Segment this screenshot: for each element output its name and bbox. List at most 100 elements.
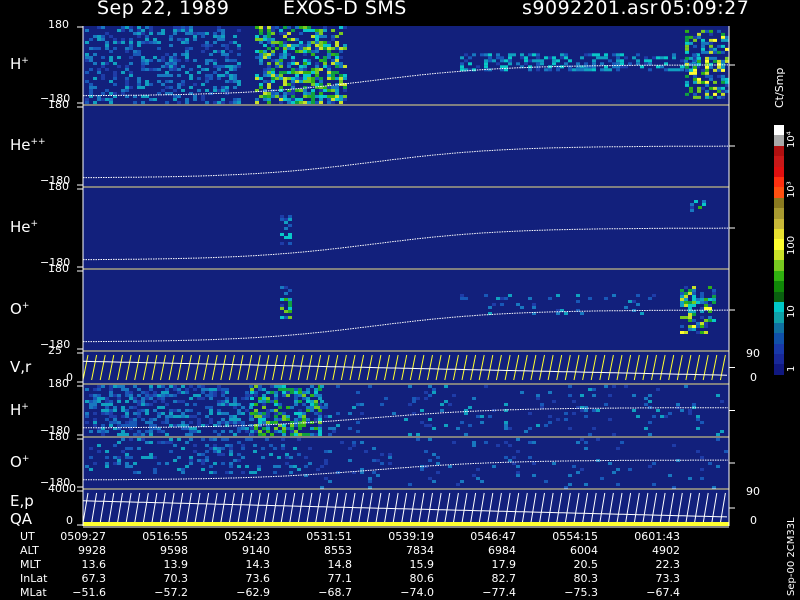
spectrogram-cell [303, 53, 307, 56]
spectrogram-cell [298, 388, 302, 391]
version-label: Sep-00 2CM33L [786, 517, 797, 596]
spectrogram-cell [536, 56, 540, 60]
spectrogram-cell [258, 388, 262, 391]
spectrogram-cell [323, 62, 327, 65]
spectrogram-cell [266, 409, 270, 412]
spectrogram-cell [512, 456, 516, 459]
spectrogram-cell [157, 385, 161, 388]
spectrogram-cell [713, 59, 717, 63]
spectrogram-cell [685, 56, 689, 60]
spectrogram-cell [274, 415, 278, 418]
spectrogram-cell [299, 101, 303, 104]
spectrogram-cell [145, 430, 149, 433]
spectrogram-cell [267, 83, 271, 86]
spectrogram-cell [717, 68, 721, 72]
spectrogram-cell [101, 433, 105, 436]
spectrogram-cell [133, 406, 137, 409]
spectrogram-cell [283, 98, 287, 101]
spectrogram-cell [343, 95, 347, 98]
spectrogram-cell [721, 92, 725, 96]
spectrogram-cell [339, 98, 343, 101]
spectrogram-cell [306, 433, 310, 436]
spectrogram-cell [157, 80, 161, 83]
spectrogram-cell [161, 441, 165, 444]
spectrogram-cell [225, 397, 229, 400]
spectrogram-cell [476, 468, 480, 471]
spectrogram-cell [283, 50, 287, 53]
spectrogram-cell [109, 409, 113, 412]
spectrogram-cell [117, 421, 121, 424]
spectrogram-cell [311, 71, 315, 74]
spectrogram-cell [632, 56, 636, 60]
spectrogram-cell [267, 38, 271, 41]
spectrogram-cell [97, 397, 101, 400]
spectrogram-cell [149, 421, 153, 424]
spectrogram-cell [281, 438, 285, 441]
spectrogram-cell [356, 403, 360, 406]
spectrogram-cell [335, 86, 339, 89]
spectrogram-cell [580, 312, 584, 315]
spectrogram-cell [253, 444, 257, 447]
spectrogram-cell [298, 427, 302, 430]
spectrogram-cell [189, 409, 193, 412]
spectrogram-cell [323, 35, 327, 38]
spectrogram-cell [113, 456, 117, 459]
spectrogram-cell [149, 441, 153, 444]
spectrogram-cell [689, 35, 693, 39]
spectrogram-cell [262, 427, 266, 430]
orbit-value: −67.4 [646, 586, 680, 599]
spectrogram-cell [157, 74, 161, 77]
spectrogram-cell [608, 68, 612, 72]
spectrogram-cell [288, 298, 292, 301]
spectrogram-cell [693, 74, 697, 78]
spectrogram-cell [552, 462, 556, 465]
spectrogram-cell [173, 415, 177, 418]
spectrogram-cell [289, 465, 293, 468]
spectrogram-cell [572, 412, 576, 415]
spectrogram-cell [237, 427, 241, 430]
spectrogram-cell [504, 297, 508, 300]
spectrogram-cell [193, 394, 197, 397]
spectrogram-cell [328, 415, 332, 418]
spectrogram-cell [259, 59, 263, 62]
spectrogram-cell [185, 98, 189, 101]
spectrogram-cell [263, 95, 267, 98]
spectrogram-cell [97, 98, 101, 101]
spectrogram-cell [327, 89, 331, 92]
spectrogram-cell [279, 71, 283, 74]
spectrogram-cell [149, 83, 153, 86]
spectrogram-cell [262, 418, 266, 421]
spectrogram-cell [161, 421, 165, 424]
spectrogram-cell [275, 59, 279, 62]
spectrogram-cell [282, 391, 286, 394]
spectrogram-cell [295, 71, 299, 74]
spectrogram-cell [628, 468, 632, 471]
spectrogram-cell [125, 415, 129, 418]
spectrogram-cell [327, 74, 331, 77]
spectrogram-cell [319, 44, 323, 47]
spectrogram-cell [685, 68, 689, 72]
spectrogram-cell [233, 421, 237, 424]
spectrogram-cell [241, 406, 245, 409]
spectrogram-cell [331, 95, 335, 98]
orbit-value: 77.1 [327, 572, 353, 585]
spectrogram-cell [283, 53, 287, 56]
spectrogram-cell [266, 415, 270, 418]
spectrogram-cell [648, 421, 652, 424]
spectrogram-cell [157, 59, 161, 62]
spectrogram-cell [137, 32, 141, 35]
spectrogram-cell [360, 412, 364, 415]
spectrogram-cell [237, 101, 241, 104]
spectrogram-cell [181, 471, 185, 474]
spectrogram-cell [217, 101, 221, 104]
spectrogram-cell [697, 56, 701, 60]
spectrogram-cell [237, 418, 241, 421]
spectrogram-cell [241, 456, 245, 459]
spectrogram-cell [314, 406, 318, 409]
spectrogram-cell [289, 456, 293, 459]
spectrogram-cell [684, 292, 688, 295]
spectrogram-cell [117, 456, 121, 459]
spectrogram-cell [250, 418, 254, 421]
spectrogram-cell [303, 44, 307, 47]
spectrogram-cell [185, 391, 189, 394]
